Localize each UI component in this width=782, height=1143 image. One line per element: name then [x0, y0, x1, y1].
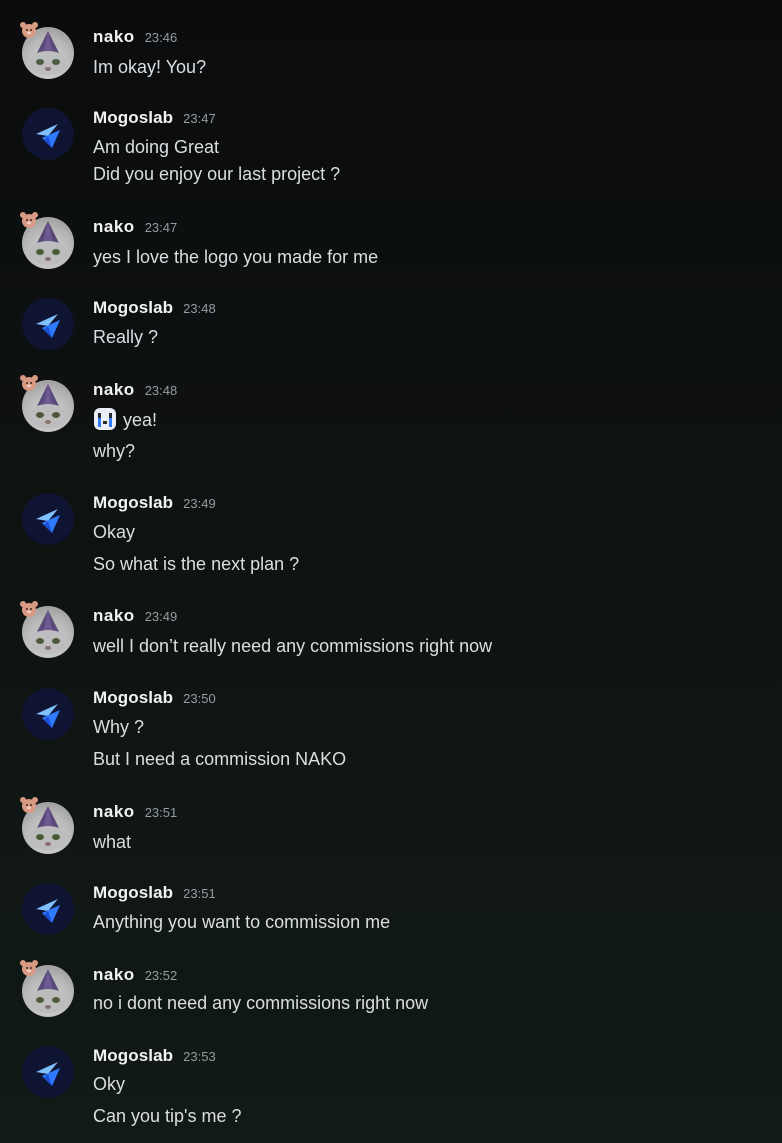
username[interactable]: Mogoslab: [93, 883, 173, 903]
username[interactable]: nako: [93, 802, 135, 822]
username[interactable]: nako: [93, 380, 135, 400]
crying-face-emoji-icon: [94, 408, 116, 430]
message-text: what: [93, 832, 132, 852]
username[interactable]: Mogoslab: [93, 108, 173, 128]
timestamp[interactable]: 23:49: [145, 609, 178, 624]
bear-decoration-icon: [20, 601, 38, 617]
blue-bird-logo-icon: [36, 314, 60, 338]
message-header: nako 23:52: [93, 965, 177, 987]
blue-bird-logo-icon: [36, 1062, 60, 1086]
message-text: Anything you want to commission me: [93, 912, 391, 932]
message-text: Really ?: [93, 327, 159, 347]
bear-decoration-icon: [20, 375, 38, 391]
timestamp[interactable]: 23:47: [145, 220, 178, 235]
avatar[interactable]: [22, 1046, 74, 1098]
username[interactable]: Mogoslab: [93, 1046, 173, 1066]
message-text: Im okay! You?: [93, 57, 207, 77]
blue-bird-logo-icon: [36, 509, 60, 533]
username[interactable]: Mogoslab: [93, 298, 173, 318]
message-header: nako 23:48: [93, 380, 177, 402]
message-text-span: yea!: [123, 410, 158, 430]
message-text: So what is the next plan ?: [93, 554, 300, 574]
message-header: nako 23:46: [93, 27, 177, 49]
username[interactable]: nako: [93, 965, 135, 985]
avatar[interactable]: [22, 298, 74, 350]
bear-decoration-icon: [20, 797, 38, 813]
blue-bird-logo-icon: [36, 704, 60, 728]
timestamp[interactable]: 23:46: [145, 30, 178, 45]
message-header: Mogoslab 23:49: [93, 493, 216, 515]
message-header: Mogoslab 23:50: [93, 688, 216, 710]
message-header: nako 23:47: [93, 217, 177, 239]
timestamp[interactable]: 23:48: [145, 383, 178, 398]
message-header: Mogoslab 23:48: [93, 298, 216, 320]
message-text: why?: [93, 441, 136, 461]
timestamp[interactable]: 23:52: [145, 968, 178, 983]
message-text: yes I love the logo you made for me: [93, 247, 379, 267]
blue-bird-logo-icon: [36, 124, 60, 148]
message-header: Mogoslab 23:53: [93, 1046, 216, 1068]
message-text: no i dont need any commissions right now: [93, 993, 429, 1013]
bear-decoration-icon: [20, 212, 38, 228]
avatar[interactable]: [22, 883, 74, 935]
avatar[interactable]: [22, 688, 74, 740]
username[interactable]: Mogoslab: [93, 688, 173, 708]
timestamp[interactable]: 23:51: [183, 886, 216, 901]
message-text: Can you tip's me ?: [93, 1106, 242, 1126]
timestamp[interactable]: 23:48: [183, 301, 216, 316]
avatar[interactable]: [22, 108, 74, 160]
message-header: nako 23:49: [93, 606, 177, 628]
timestamp[interactable]: 23:47: [183, 111, 216, 126]
message-text: well I don’t really need any commissions…: [93, 636, 493, 656]
chat-log: nako 23:46 Im okay! You? Mogoslab 23:47 …: [0, 0, 782, 1143]
avatar[interactable]: [22, 493, 74, 545]
message-text: Okay: [93, 522, 136, 542]
timestamp[interactable]: 23:53: [183, 1049, 216, 1064]
timestamp[interactable]: 23:51: [145, 805, 178, 820]
username[interactable]: nako: [93, 217, 135, 237]
message-text: Am doing Great: [93, 137, 220, 157]
username[interactable]: Mogoslab: [93, 493, 173, 513]
message-text: But I need a commission NAKO: [93, 749, 347, 769]
username[interactable]: nako: [93, 27, 135, 47]
message-header: nako 23:51: [93, 802, 177, 824]
timestamp[interactable]: 23:49: [183, 496, 216, 511]
blue-bird-logo-icon: [36, 899, 60, 923]
message-header: Mogoslab 23:47: [93, 108, 216, 130]
timestamp[interactable]: 23:50: [183, 691, 216, 706]
message-header: Mogoslab 23:51: [93, 883, 216, 905]
message-text: Oky: [93, 1074, 126, 1094]
message-text: Why ?: [93, 717, 145, 737]
message-text: Did you enjoy our last project ?: [93, 164, 341, 184]
bear-decoration-icon: [20, 22, 38, 38]
message-text: yea!: [93, 407, 157, 431]
bear-decoration-icon: [20, 960, 38, 976]
username[interactable]: nako: [93, 606, 135, 626]
